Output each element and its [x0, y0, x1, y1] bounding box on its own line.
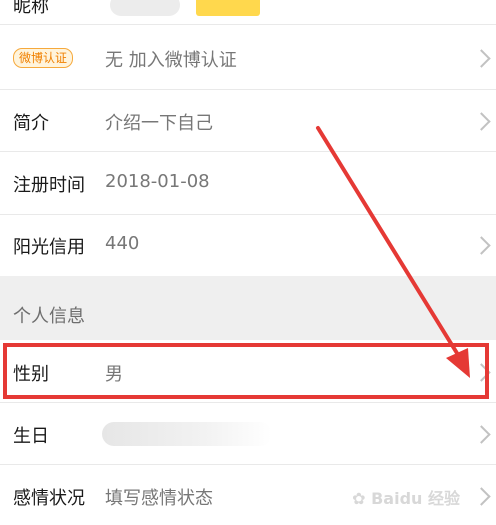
relationship-label: 感情状况: [13, 488, 85, 509]
relationship-value: 填写感情状态: [105, 488, 213, 509]
weibo-verify-row[interactable]: 微博认证 无 加入微博认证: [0, 25, 496, 90]
gender-value: 男: [105, 364, 123, 385]
personal-info-title: 个人信息: [13, 306, 85, 327]
nickname-blurred-value: [110, 0, 180, 16]
register-time-row: 注册时间 2018-01-08: [0, 152, 496, 215]
chevron-right-icon: [472, 425, 491, 444]
intro-value: 介绍一下自己: [105, 113, 213, 134]
birthday-blurred-value: [102, 422, 272, 446]
intro-label: 简介: [13, 113, 49, 134]
gender-row[interactable]: 性别 男: [0, 340, 496, 403]
birthday-label: 生日: [13, 426, 49, 447]
chevron-right-icon: [472, 49, 491, 68]
vip-badge-icon: [196, 0, 260, 16]
register-time-label: 注册时间: [13, 175, 85, 196]
sunshine-credit-label: 阳光信用: [13, 237, 85, 258]
baidu-paw-icon: ✿: [352, 489, 366, 508]
nickname-row[interactable]: 昵称: [0, 0, 496, 25]
birthday-row[interactable]: 生日: [0, 403, 496, 465]
chevron-right-icon: [472, 487, 491, 506]
register-time-value: 2018-01-08: [105, 171, 210, 192]
personal-info-section-header: 个人信息: [0, 276, 496, 340]
watermark-text: Baidu 经验: [371, 489, 460, 508]
sunshine-credit-value: 440: [105, 233, 140, 254]
nickname-label: 昵称: [13, 0, 49, 17]
intro-row[interactable]: 简介 介绍一下自己: [0, 90, 496, 152]
baidu-watermark: ✿ Baidu 经验: [352, 485, 460, 509]
weibo-verify-value: 无 加入微博认证: [105, 50, 237, 71]
chevron-right-icon: [472, 236, 491, 255]
chevron-right-icon: [472, 112, 491, 131]
weibo-verify-badge: 微博认证: [13, 48, 74, 68]
chevron-right-icon: [472, 363, 491, 382]
gender-label: 性别: [13, 364, 49, 385]
sunshine-credit-row[interactable]: 阳光信用 440: [0, 215, 496, 276]
